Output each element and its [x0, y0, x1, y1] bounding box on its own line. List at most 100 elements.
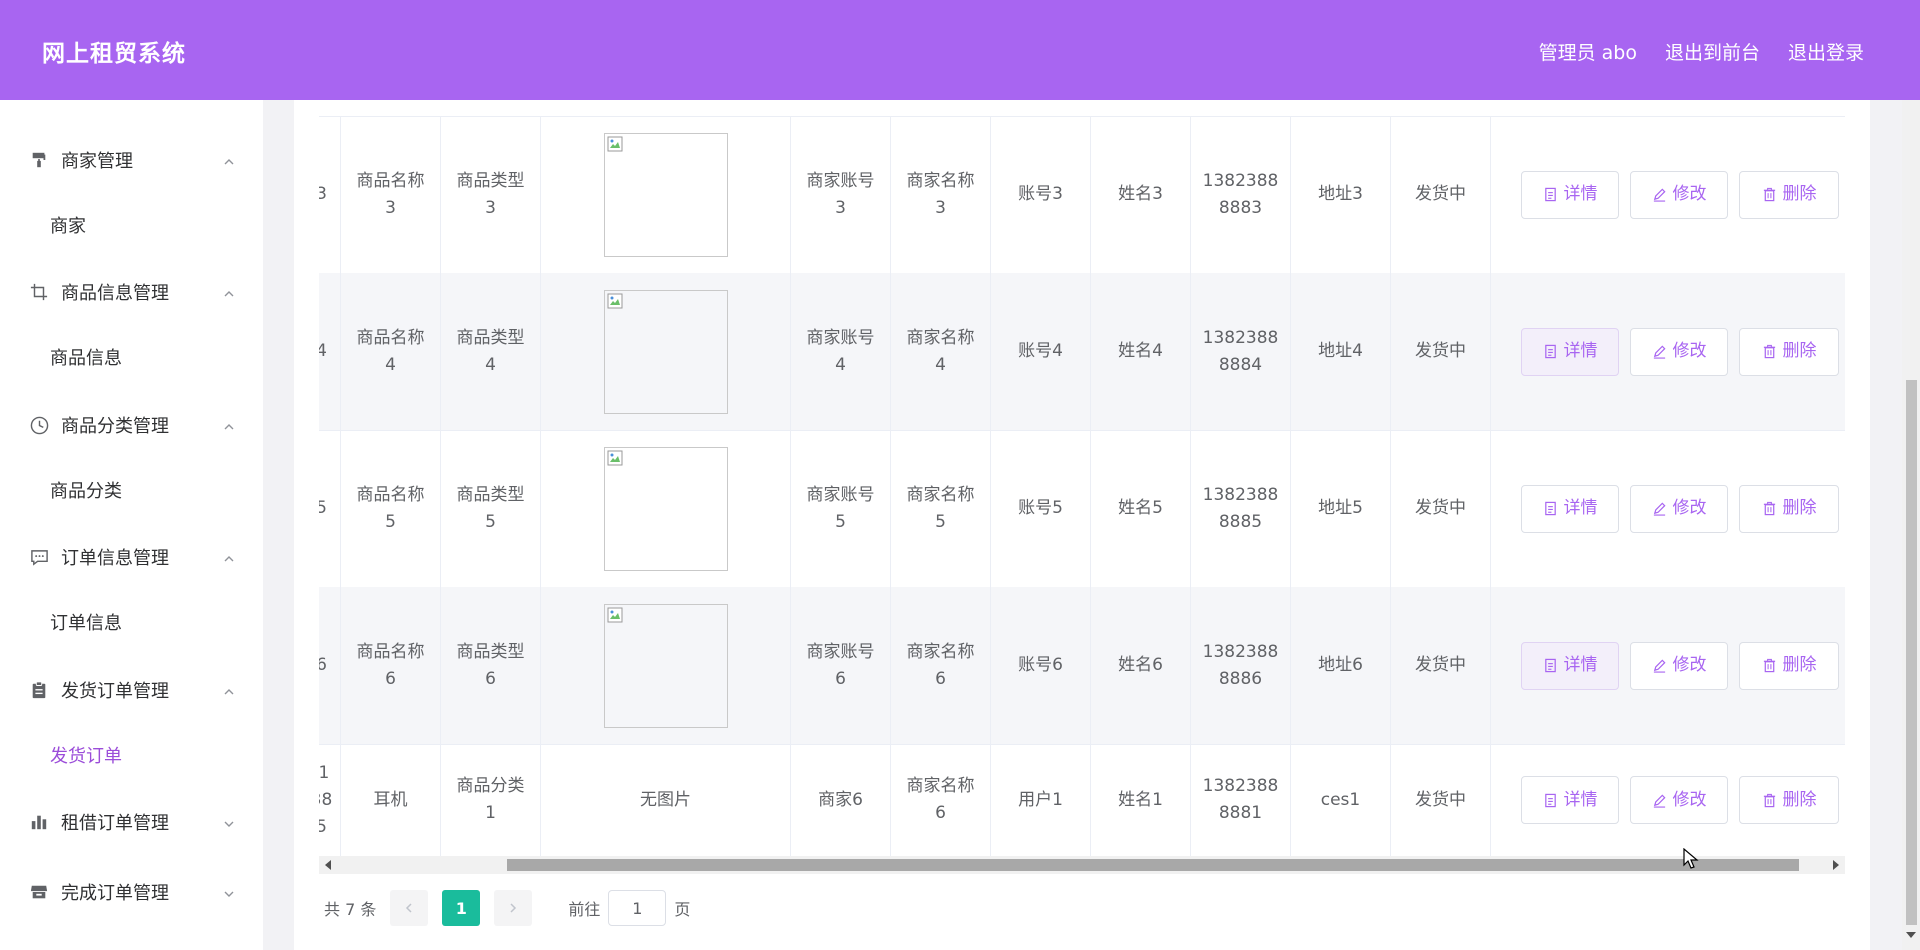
edit-button[interactable]: 修改: [1630, 641, 1728, 690]
cell-id: 6: [319, 587, 341, 744]
exit-to-front-link[interactable]: 退出到前台: [1665, 38, 1760, 65]
trash-icon: [1763, 344, 1775, 359]
detail-button[interactable]: 详情: [1521, 776, 1619, 824]
trash-icon: [1763, 501, 1775, 516]
submenu-product-info[interactable]: 商品信息: [0, 335, 263, 379]
cell-status: 发货中: [1391, 430, 1491, 587]
scroll-right-icon[interactable]: [1833, 860, 1839, 870]
product-image: [603, 132, 728, 257]
cell-merchant-account: 商家账号 3: [791, 116, 891, 273]
edit-button[interactable]: 修改: [1630, 484, 1728, 533]
cell-account: 账号3: [991, 116, 1091, 273]
detail-button[interactable]: 详情: [1521, 170, 1619, 219]
cell-status: 发货中: [1391, 744, 1491, 856]
goto-suffix: 页: [674, 900, 691, 919]
table-row: 6 商品名称 6 商品类型 6 商家账号 6 商家名称 6 账号6 姓名6 1382388 8…: [319, 587, 1845, 745]
menu-merchant-management[interactable]: 商家管理: [0, 138, 263, 182]
vertical-scrollbar[interactable]: [1902, 100, 1920, 950]
page-number-current[interactable]: 1: [442, 890, 481, 926]
cell-account: 用户1: [991, 744, 1091, 856]
table-header-stub: [319, 100, 1845, 117]
next-page-button[interactable]: [494, 890, 533, 926]
submenu-shipping-order[interactable]: 发货订单: [0, 733, 263, 777]
menu-label: 商品分类管理: [61, 416, 169, 437]
menu-product-category-management[interactable]: 商品分类管理: [0, 403, 263, 447]
menu-shipping-order-management[interactable]: 发货订单管理: [0, 668, 263, 712]
chevron-right-icon: [510, 903, 517, 913]
cell-merchant-name: 商家名称 6: [891, 587, 991, 744]
cell-address: 地址3: [1291, 116, 1391, 273]
detail-button[interactable]: 详情: [1521, 484, 1619, 533]
edit-button[interactable]: 修改: [1630, 776, 1728, 824]
cell-phone: 1382388 8883: [1191, 116, 1291, 273]
cell-merchant-name: 商家名称 4: [891, 273, 991, 430]
pagination: 共 7 条 1 前往 1 页: [324, 890, 690, 926]
menu-label: 商家管理: [61, 151, 133, 172]
cell-id: 5: [319, 430, 341, 587]
total-count: 共 7 条: [324, 900, 377, 919]
menu-label: 发货订单管理: [61, 681, 169, 702]
cell-merchant-name: 商家名称 5: [891, 430, 991, 587]
menu-rental-order-management[interactable]: 租借订单管理: [0, 800, 263, 844]
cell-image: [541, 587, 791, 744]
cell-address: 地址6: [1291, 587, 1391, 744]
chevron-left-icon: [406, 903, 412, 913]
menu-product-info-management[interactable]: 商品信息管理: [0, 270, 263, 314]
menu-completed-order-management[interactable]: 完成订单管理: [0, 870, 263, 914]
chevron-up-icon: [222, 153, 236, 167]
scroll-down-icon[interactable]: [1906, 932, 1916, 938]
document-icon: [1544, 501, 1556, 516]
submenu-merchant[interactable]: 商家: [0, 203, 263, 247]
document-icon: [1544, 344, 1556, 359]
cell-merchant-name: 商家名称 3: [891, 116, 991, 273]
cell-name: 耳机: [341, 744, 441, 856]
broken-image-icon: [607, 450, 622, 465]
prev-page-button[interactable]: [390, 890, 429, 926]
cell-image: [541, 116, 791, 273]
edit-icon: [1653, 345, 1666, 359]
logout-link[interactable]: 退出登录: [1788, 38, 1864, 65]
admin-user-label: 管理员 abo: [1538, 42, 1637, 64]
edit-button[interactable]: 修改: [1630, 170, 1728, 219]
cell-person: 姓名1: [1091, 744, 1191, 856]
menu-label: 订单信息管理: [61, 548, 169, 569]
cell-phone: 1382388 8886: [1191, 587, 1291, 744]
edit-icon: [1653, 793, 1666, 808]
product-image: [603, 446, 728, 571]
trash-icon: [1763, 793, 1775, 807]
cell-name: 商品名称 3: [341, 116, 441, 273]
scroll-left-icon[interactable]: [325, 860, 331, 870]
vertical-scroll-thumb[interactable]: [1906, 380, 1917, 925]
delete-button[interactable]: 删除: [1739, 641, 1839, 690]
cell-actions: 详情 修改 删除: [1491, 273, 1845, 430]
cell-image: [541, 430, 791, 587]
cell-actions: 详情 修改 删除: [1491, 587, 1845, 744]
horizontal-scrollbar[interactable]: [319, 856, 1845, 874]
broken-image-icon: [607, 293, 622, 308]
cell-phone: 1382388 8881: [1191, 744, 1291, 856]
cell-type: 商品类型 6: [441, 587, 541, 744]
menu-order-info-management[interactable]: 订单信息管理: [0, 535, 263, 579]
cell-merchant-account: 商家账号 5: [791, 430, 891, 587]
horizontal-scroll-thumb[interactable]: [507, 859, 1799, 871]
cell-type: 商品类型 4: [441, 273, 541, 430]
cell-type: 商品分类 1: [441, 744, 541, 856]
submenu-order-info[interactable]: 订单信息: [0, 600, 263, 644]
content-card: 3 商品名称 3 商品类型 3 商家账号 3 商家名称 3 账号3 姓名3 1382388 8…: [294, 100, 1870, 950]
cell-actions: 详情 修改 删除: [1491, 116, 1845, 273]
detail-button[interactable]: 详情: [1521, 641, 1619, 690]
menu-label: 商品信息管理: [61, 283, 169, 304]
delete-button[interactable]: 删除: [1739, 170, 1839, 219]
detail-button[interactable]: 详情: [1521, 327, 1619, 376]
delete-button[interactable]: 删除: [1739, 484, 1839, 533]
crop-icon: [29, 282, 49, 302]
edit-button[interactable]: 修改: [1630, 327, 1728, 376]
cell-address: 地址5: [1291, 430, 1391, 587]
cell-status: 发货中: [1391, 116, 1491, 273]
delete-button[interactable]: 删除: [1739, 776, 1839, 824]
submenu-product-category[interactable]: 商品分类: [0, 468, 263, 512]
menu-label: 租借订单管理: [61, 813, 169, 834]
cell-merchant-account: 商家6: [791, 744, 891, 856]
goto-page-input[interactable]: 1: [608, 890, 667, 926]
delete-button[interactable]: 删除: [1739, 327, 1839, 376]
